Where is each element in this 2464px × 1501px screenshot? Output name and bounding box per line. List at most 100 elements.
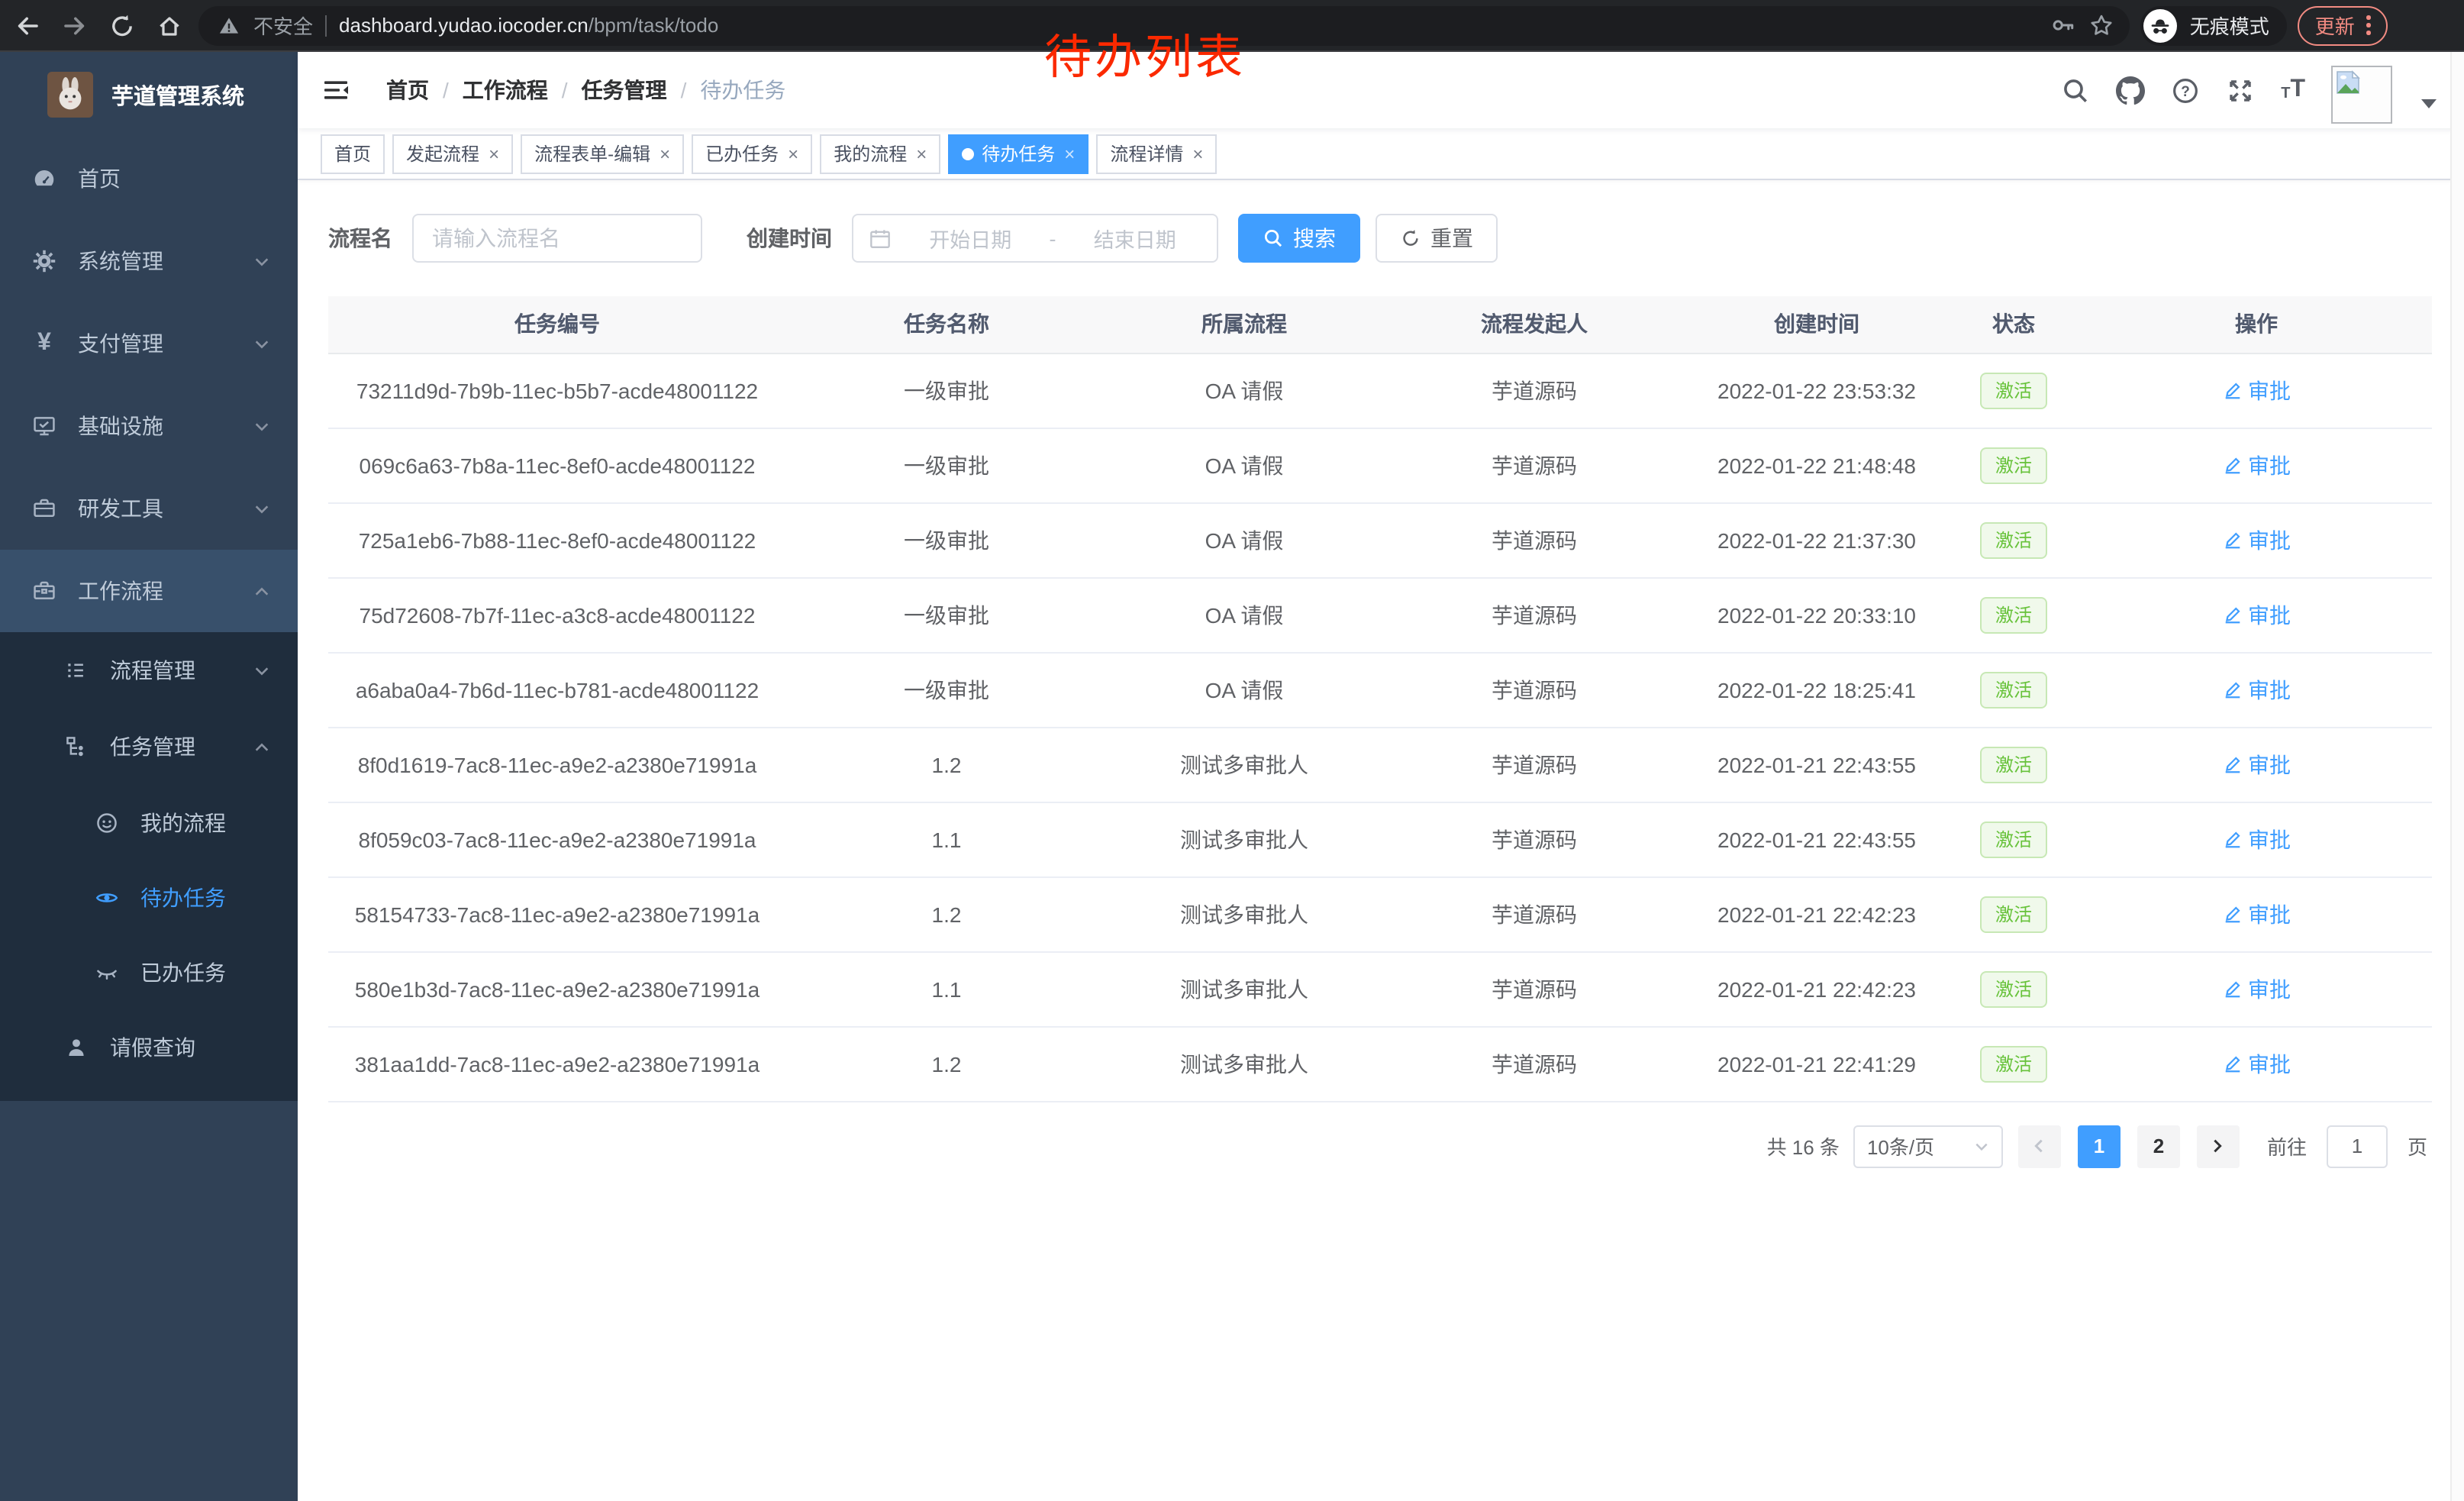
sidebar-item-leave-query[interactable]: 请假查询 [0, 1009, 298, 1086]
sidebar-logo[interactable]: 芋道管理系统 [0, 52, 298, 137]
page-scrollbar[interactable] [2450, 52, 2464, 1501]
search-button[interactable]: 搜索 [1238, 214, 1360, 263]
breadcrumb-home[interactable]: 首页 [386, 75, 429, 105]
cell-created: 2022-01-21 22:43:55 [1687, 727, 1946, 802]
cell-starter: 芋道源码 [1382, 353, 1687, 428]
cell-actions: 审批 [2081, 577, 2432, 652]
monitor-icon [32, 414, 56, 438]
incognito-icon [2144, 8, 2178, 42]
page-button-1[interactable]: 1 [2078, 1125, 2121, 1167]
next-page-button[interactable] [2197, 1125, 2240, 1167]
close-icon[interactable]: × [788, 144, 798, 163]
date-range-picker[interactable]: 开始日期 - 结束日期 [852, 214, 1218, 263]
close-icon[interactable]: × [916, 144, 927, 163]
sidebar-item-workflow[interactable]: 工作流程 [0, 550, 298, 632]
sidebar-item-my-process[interactable]: 我的流程 [0, 785, 298, 860]
logo-image [47, 72, 93, 118]
tab-start-process[interactable]: 发起流程× [392, 134, 513, 173]
prev-page-button[interactable] [2018, 1125, 2061, 1167]
key-icon[interactable] [2051, 12, 2077, 38]
sidebar-toggle-button[interactable] [298, 52, 374, 128]
close-icon[interactable]: × [1064, 144, 1075, 163]
github-icon[interactable] [2116, 76, 2145, 105]
breadcrumb-workflow[interactable]: 工作流程 [463, 75, 548, 105]
app-title: 芋道管理系统 [111, 79, 244, 111]
update-button[interactable]: 更新 [2298, 5, 2388, 45]
approve-button[interactable]: 审批 [2222, 450, 2291, 480]
close-icon[interactable]: × [489, 144, 499, 163]
url-text[interactable]: dashboard.yudao.iocoder.cn/bpm/task/todo [339, 14, 718, 37]
table-row: 75d72608-7b7f-11ec-a3c8-acde48001122 一级审… [328, 577, 2432, 652]
tab-form-edit[interactable]: 流程表单-编辑× [521, 134, 684, 173]
status-badge: 激活 [1980, 372, 2047, 408]
sidebar-item-devtools[interactable]: 研发工具 [0, 467, 298, 550]
status-badge: 激活 [1980, 447, 2047, 483]
sidebar-item-done-tasks[interactable]: 已办任务 [0, 934, 298, 1009]
edit-icon [2222, 530, 2242, 550]
tab-process-detail[interactable]: 流程详情× [1096, 134, 1217, 173]
approve-button[interactable]: 审批 [2222, 749, 2291, 780]
back-icon[interactable] [9, 7, 46, 44]
security-label[interactable]: 不安全 [253, 11, 313, 40]
approve-button[interactable]: 审批 [2222, 375, 2291, 405]
font-size-icon[interactable]: TT [2281, 78, 2305, 102]
url-bar[interactable]: 不安全 dashboard.yudao.iocoder.cn/bpm/task/… [198, 5, 2130, 45]
cell-process: 测试多审批人 [1107, 951, 1382, 1026]
tab-done-tasks[interactable]: 已办任务× [692, 134, 812, 173]
cell-task-name: 一级审批 [786, 652, 1107, 727]
warning-icon [217, 13, 241, 37]
sidebar-item-process-management[interactable]: 流程管理 [0, 632, 298, 709]
tab-todo-tasks[interactable]: 待办任务× [948, 134, 1088, 173]
status-badge: 激活 [1980, 896, 2047, 932]
reset-button[interactable]: 重置 [1376, 214, 1498, 263]
chevron-down-icon [253, 662, 270, 679]
person-icon [64, 1035, 89, 1060]
search-icon[interactable] [2061, 76, 2090, 105]
approve-button[interactable]: 审批 [2222, 824, 2291, 854]
help-icon[interactable]: ? [2171, 76, 2200, 105]
close-icon[interactable]: × [660, 144, 670, 163]
approve-button[interactable]: 审批 [2222, 899, 2291, 929]
calendar-icon [869, 227, 892, 250]
forward-icon[interactable] [56, 7, 93, 44]
page-button-2[interactable]: 2 [2137, 1125, 2180, 1167]
cell-task-id: 069c6a63-7b8a-11ec-8ef0-acde48001122 [328, 428, 786, 502]
tab-home[interactable]: 首页 [321, 134, 385, 173]
breadcrumb-task-management[interactable]: 任务管理 [582, 75, 667, 105]
browser-toolbar: 不安全 dashboard.yudao.iocoder.cn/bpm/task/… [0, 0, 2464, 52]
star-icon[interactable] [2089, 12, 2115, 38]
approve-button[interactable]: 审批 [2222, 525, 2291, 555]
approve-button[interactable]: 审批 [2222, 973, 2291, 1004]
close-icon[interactable]: × [1192, 144, 1203, 163]
cell-task-name: 一级审批 [786, 428, 1107, 502]
cell-task-name: 一级审批 [786, 577, 1107, 652]
cell-status: 激活 [1946, 1026, 2081, 1101]
face-icon [95, 810, 119, 834]
sidebar-item-todo-tasks[interactable]: 待办任务 [0, 860, 298, 934]
page-size-select[interactable]: 10条/页 [1853, 1125, 2003, 1167]
avatar[interactable] [2331, 66, 2392, 124]
reload-icon[interactable] [104, 7, 140, 44]
process-name-input[interactable] [412, 214, 702, 263]
table-row: 069c6a63-7b8a-11ec-8ef0-acde48001122 一级审… [328, 428, 2432, 502]
sidebar-item-infra[interactable]: 基础设施 [0, 385, 298, 467]
navbar-actions: ? TT [2061, 56, 2437, 124]
approve-button[interactable]: 审批 [2222, 1048, 2291, 1079]
user-menu-caret-icon[interactable] [2421, 99, 2437, 108]
col-task-name: 任务名称 [786, 296, 1107, 353]
more-menu-icon[interactable] [2367, 15, 2371, 35]
fullscreen-icon[interactable] [2226, 76, 2255, 105]
sidebar-item-payment[interactable]: ¥ 支付管理 [0, 302, 298, 385]
sidebar-item-task-management[interactable]: 任务管理 [0, 709, 298, 785]
col-actions: 操作 [2081, 296, 2432, 353]
goto-page-input[interactable] [2327, 1125, 2388, 1167]
sidebar-item-system[interactable]: 系统管理 [0, 220, 298, 302]
sidebar-item-home[interactable]: 首页 [0, 137, 298, 220]
approve-button[interactable]: 审批 [2222, 674, 2291, 705]
home-icon[interactable] [151, 7, 188, 44]
approve-button[interactable]: 审批 [2222, 599, 2291, 630]
chevron-down-icon [1974, 1138, 1989, 1154]
process-name-label: 流程名 [328, 223, 392, 253]
tab-my-process[interactable]: 我的流程× [820, 134, 940, 173]
cell-process: OA 请假 [1107, 428, 1382, 502]
